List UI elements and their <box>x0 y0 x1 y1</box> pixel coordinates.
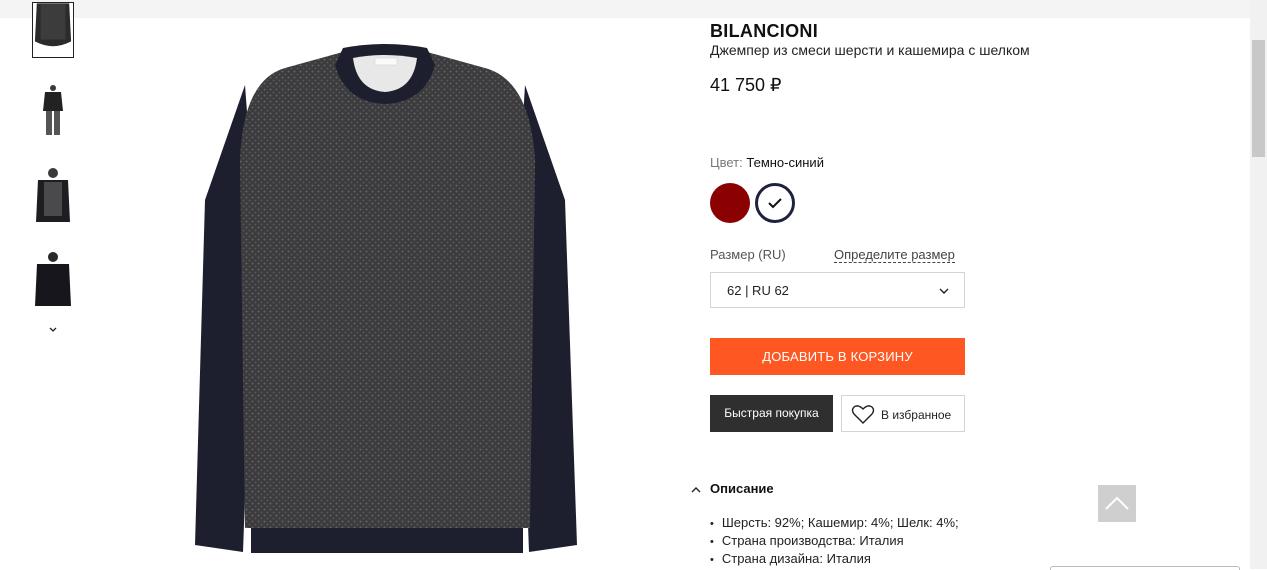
color-value: Темно-синий <box>746 155 824 170</box>
scrollbar-thumb[interactable] <box>1252 40 1265 157</box>
add-to-favorites-button[interactable]: В избранное <box>841 395 965 432</box>
quick-buy-button[interactable]: Быстрая покупка <box>710 395 833 432</box>
size-label: Размер (RU) <box>710 247 786 262</box>
model-front-image <box>32 166 74 222</box>
main-product-image[interactable] <box>185 40 585 560</box>
description-item: Шерсть: 92%; Кашемир: 4%; Шелк: 4%; <box>710 514 959 532</box>
description-item: Страна дизайна: Италия <box>710 550 959 568</box>
size-select-value: 62 | RU 62 <box>727 283 789 298</box>
thumbnail-1[interactable] <box>32 2 74 58</box>
color-info: Цвет: Темно-синий <box>710 155 824 170</box>
check-icon <box>768 198 782 209</box>
color-swatch-red[interactable] <box>710 183 750 223</box>
thumbnail-3[interactable] <box>32 166 74 222</box>
brand-name[interactable]: BILANCIONI <box>710 21 818 42</box>
heart-icon <box>851 405 875 424</box>
color-label: Цвет: <box>710 155 743 170</box>
color-swatch-navy[interactable] <box>755 183 795 223</box>
bottom-widget-edge <box>1050 566 1240 570</box>
model-full-image <box>32 83 74 139</box>
chevron-down-icon <box>939 288 949 294</box>
description-list: Шерсть: 92%; Кашемир: 4%; Шелк: 4%; Стра… <box>710 514 959 568</box>
chevron-up-icon <box>691 486 701 493</box>
description-item: Страна производства: Италия <box>710 532 959 550</box>
add-to-cart-button[interactable]: ДОБАВИТЬ В КОРЗИНУ <box>710 338 965 375</box>
arrow-up-icon <box>1105 496 1129 510</box>
size-select[interactable]: 62 | RU 62 <box>710 272 965 308</box>
description-title: Описание <box>710 481 774 496</box>
sweater-closeup-image <box>33 3 73 57</box>
description-toggle[interactable]: Описание <box>690 481 774 496</box>
thumbnail-2[interactable] <box>32 83 74 139</box>
top-bar <box>0 0 1250 18</box>
model-back-image <box>32 250 74 306</box>
thumbnails-down-arrow-icon[interactable] <box>45 322 61 338</box>
thumbnail-4[interactable] <box>32 250 74 306</box>
product-price: 41 750 ₽ <box>710 75 782 95</box>
scroll-to-top-button[interactable] <box>1098 485 1136 522</box>
product-title: Джемпер из смеси шерсти и кашемира с шел… <box>710 42 1030 58</box>
size-guide-link[interactable]: Определите размер <box>834 247 955 263</box>
favorites-label: В избранное <box>881 408 952 422</box>
